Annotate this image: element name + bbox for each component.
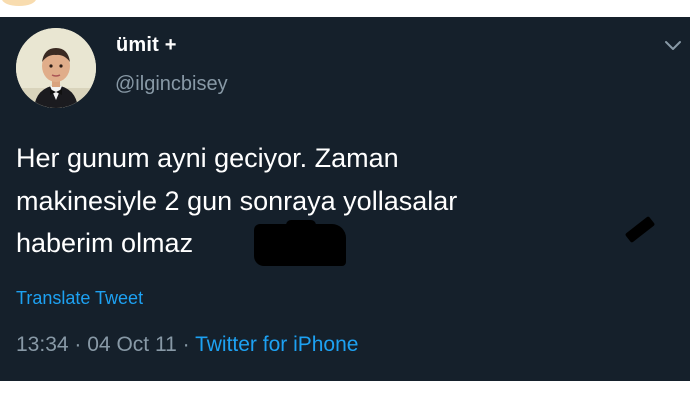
- partial-graphic: [2, 0, 36, 6]
- display-name[interactable]: ümit +: [116, 34, 177, 57]
- tweet-time: 13:34: [16, 333, 69, 356]
- chevron-down-icon[interactable]: [664, 39, 682, 53]
- tweet-line: makinesiyle 2 gun sonraya yollasalar: [16, 185, 458, 216]
- tweet-line: Her gunum ayni geciyor. Zaman: [16, 143, 399, 173]
- tweet-date[interactable]: 04 Oct 11: [87, 333, 177, 356]
- avatar[interactable]: [16, 28, 96, 108]
- redaction-mark: [254, 224, 346, 266]
- tweet-source-link[interactable]: Twitter for iPhone: [195, 333, 358, 356]
- top-margin: [0, 0, 690, 17]
- tweet-metadata: 13:34 · 04 Oct 11 · Twitter for iPhone: [16, 333, 358, 357]
- translate-tweet-link[interactable]: Translate Tweet: [16, 288, 143, 309]
- bottom-margin: [0, 381, 690, 397]
- meta-separator: ·: [74, 333, 82, 356]
- avatar-image: [16, 28, 96, 108]
- tweet-card: ümit + @ilgincbisey Her gunum ayni geciy…: [0, 17, 690, 381]
- user-handle[interactable]: @ilgincbisey: [115, 73, 228, 96]
- meta-separator: ·: [182, 333, 190, 356]
